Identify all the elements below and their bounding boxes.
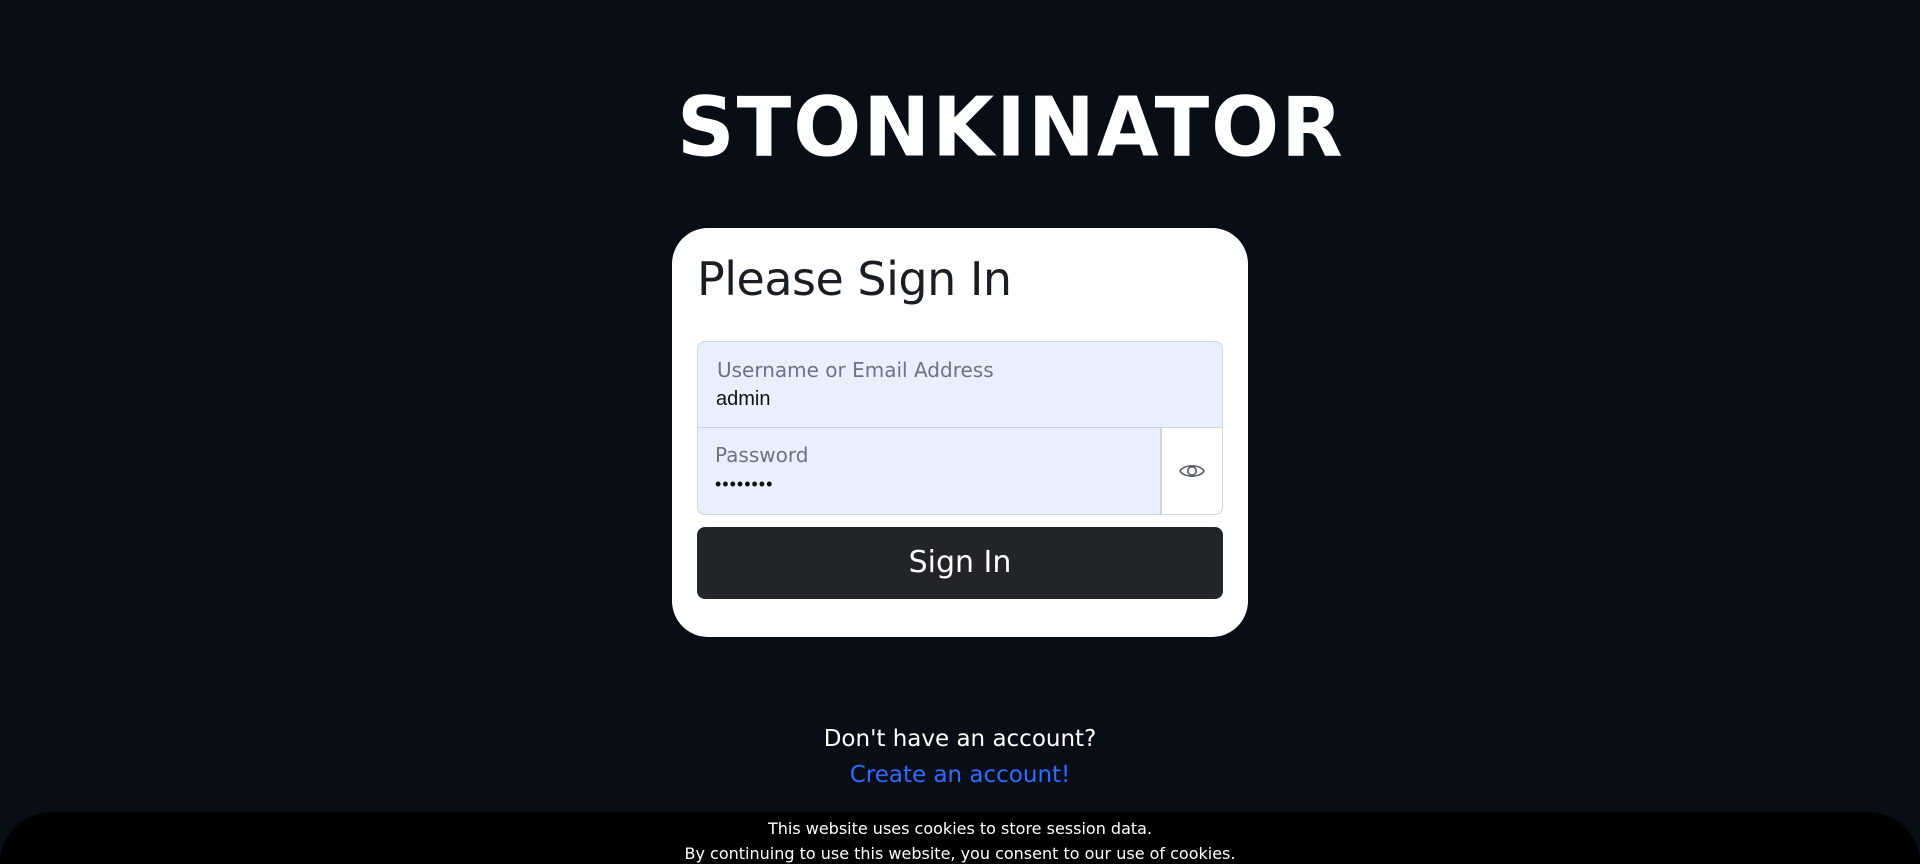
no-account-text: Don't have an account? (823, 726, 1097, 752)
username-label: Username or Email Address (717, 357, 994, 382)
cookie-notice-line-1: This website uses cookies to store sessi… (767, 819, 1153, 838)
cookie-notice-line-2: By continuing to use this website, you c… (684, 844, 1236, 863)
username-field[interactable]: Username or Email Address (697, 340, 1223, 428)
signin-card: Please Sign In Username or Email Address… (672, 228, 1248, 637)
password-label: Password (715, 442, 809, 467)
brand-header: STONKINATOR (603, 70, 1343, 186)
password-row: Password •••••••• (697, 427, 1223, 515)
password-field[interactable]: Password •••••••• (697, 427, 1161, 515)
page-title: Please Sign In (697, 252, 1012, 306)
show-password-button[interactable] (1161, 427, 1223, 515)
create-account-link-wrapper: Create an account! (0, 762, 1920, 788)
sign-in-button[interactable]: Sign In (697, 526, 1223, 599)
eye-icon (1179, 464, 1205, 477)
cookie-banner: This website uses cookies to store sessi… (0, 812, 1920, 864)
create-account-link[interactable]: Create an account! (850, 762, 1071, 788)
password-input[interactable]: •••••••• (715, 474, 1135, 495)
login-page: STONKINATOR Please Sign In Username or E… (0, 0, 1920, 864)
username-input[interactable] (716, 387, 1136, 411)
brand-name: STONKINATOR (677, 80, 1345, 175)
